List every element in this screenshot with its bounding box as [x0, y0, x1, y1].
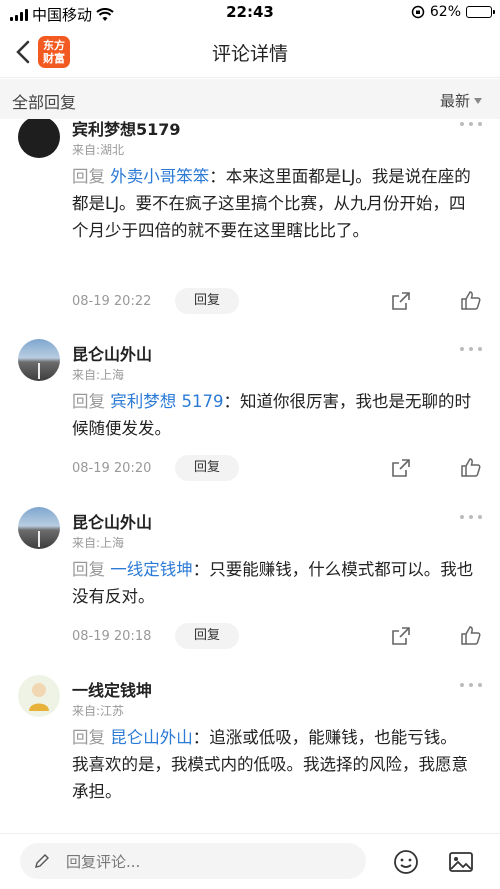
comment-time: 08-19 20:22	[72, 294, 152, 309]
share-icon[interactable]	[390, 625, 412, 647]
back-icon[interactable]	[12, 38, 36, 66]
user-location: 来自:上海	[72, 536, 125, 550]
comment-text: 回复 昆仑山外山：追涨或低吸，能赚钱，也能亏钱。 我喜欢的是，我模式内的低吸。我…	[72, 724, 482, 805]
comment-body-line2: 我喜欢的是，我模式内的低吸。我选择的风险，我愿意承担。	[72, 755, 468, 801]
mention-link[interactable]: 宾利梦想 5179	[110, 392, 223, 411]
battery-icon	[466, 6, 495, 18]
battery-percent: 62%	[429, 4, 461, 20]
user-name[interactable]: 宾利梦想5179	[72, 119, 181, 140]
mention-link[interactable]: 一线定钱坤	[110, 560, 193, 579]
chevron-down-icon	[474, 97, 482, 104]
mention-link[interactable]: 外卖小哥笨笨	[110, 167, 209, 186]
comment-item: 一线定钱坤 来自:江苏 回复 昆仑山外山：追涨或低吸，能赚钱，也能亏钱。 我喜欢…	[0, 675, 500, 833]
user-location: 来自:湖北	[72, 143, 125, 157]
reply-button[interactable]: 回复	[175, 623, 239, 649]
more-icon[interactable]	[460, 515, 482, 521]
reply-prefix: 回复	[72, 728, 105, 747]
comment-time: 08-19 20:18	[72, 629, 152, 644]
reply-input-placeholder: 回复评论...	[66, 853, 141, 871]
nav-bar: 东方 财富 评论详情	[0, 26, 500, 78]
reply-prefix: 回复	[72, 392, 105, 411]
comment-time: 08-19 20:20	[72, 461, 152, 476]
mention-link[interactable]: 昆仑山外山	[110, 728, 193, 747]
reply-input[interactable]: 回复评论...	[20, 843, 366, 879]
filter-bar: 全部回复 最新	[0, 79, 500, 119]
image-icon[interactable]	[448, 849, 474, 875]
like-icon[interactable]	[460, 624, 482, 646]
avatar[interactable]	[18, 675, 60, 717]
comment-list: 宾利梦想5179 来自:湖北 回复 外卖小哥笨笨：本来这里面都是LJ。我是说在座…	[0, 119, 500, 833]
share-icon[interactable]	[390, 457, 412, 479]
like-icon[interactable]	[460, 289, 482, 311]
avatar[interactable]	[18, 339, 60, 381]
pencil-icon	[35, 854, 49, 868]
status-bar: 中国移动 22:43 62%	[0, 0, 500, 26]
orientation-lock-icon	[411, 5, 425, 19]
comment-item: 宾利梦想5179 来自:湖北 回复 外卖小哥笨笨：本来这里面都是LJ。我是说在座…	[0, 119, 500, 314]
more-icon[interactable]	[460, 347, 482, 353]
avatar[interactable]	[18, 507, 60, 549]
user-name[interactable]: 昆仑山外山	[72, 341, 152, 365]
comment-text: 回复 宾利梦想 5179：知道你很厉害，我也是无聊的时候随便发发。	[72, 388, 482, 442]
page-title: 评论详情	[211, 43, 288, 65]
reply-prefix: 回复	[72, 560, 105, 579]
user-location: 来自:上海	[72, 368, 125, 382]
user-name[interactable]: 昆仑山外山	[72, 509, 152, 533]
app-logo[interactable]: 东方 财富	[38, 36, 70, 68]
reply-button[interactable]: 回复	[175, 288, 239, 314]
comment-item: 昆仑山外山 来自:上海 回复 一线定钱坤：只要能赚钱，什么模式都可以。我也没有反…	[0, 507, 500, 657]
avatar[interactable]	[18, 119, 60, 158]
comment-item: 昆仑山外山 来自:上海 回复 宾利梦想 5179：知道你很厉害，我也是无聊的时候…	[0, 339, 500, 489]
share-icon[interactable]	[390, 290, 412, 312]
monk-figure-icon	[29, 683, 49, 711]
sort-dropdown[interactable]: 最新	[440, 90, 482, 111]
reply-prefix: 回复	[72, 167, 105, 186]
comment-text: 回复 外卖小哥笨笨：本来这里面都是LJ。我是说在座的都是LJ。要不在疯子这里搞个…	[72, 163, 482, 244]
comment-body: ：追涨或低吸，能赚钱，也能亏钱。	[192, 728, 457, 747]
user-name[interactable]: 一线定钱坤	[72, 677, 152, 701]
more-icon[interactable]	[460, 683, 482, 689]
sort-label: 最新	[439, 92, 470, 110]
comment-text: 回复 一线定钱坤：只要能赚钱，什么模式都可以。我也没有反对。	[72, 556, 482, 610]
like-icon[interactable]	[460, 456, 482, 478]
bottom-bar: 回复评论...	[0, 833, 500, 889]
more-icon[interactable]	[460, 122, 482, 128]
all-replies-label: 全部回复	[12, 93, 77, 112]
reply-button[interactable]: 回复	[175, 455, 239, 481]
emoji-icon[interactable]	[393, 849, 419, 875]
user-location: 来自:江苏	[72, 704, 125, 718]
